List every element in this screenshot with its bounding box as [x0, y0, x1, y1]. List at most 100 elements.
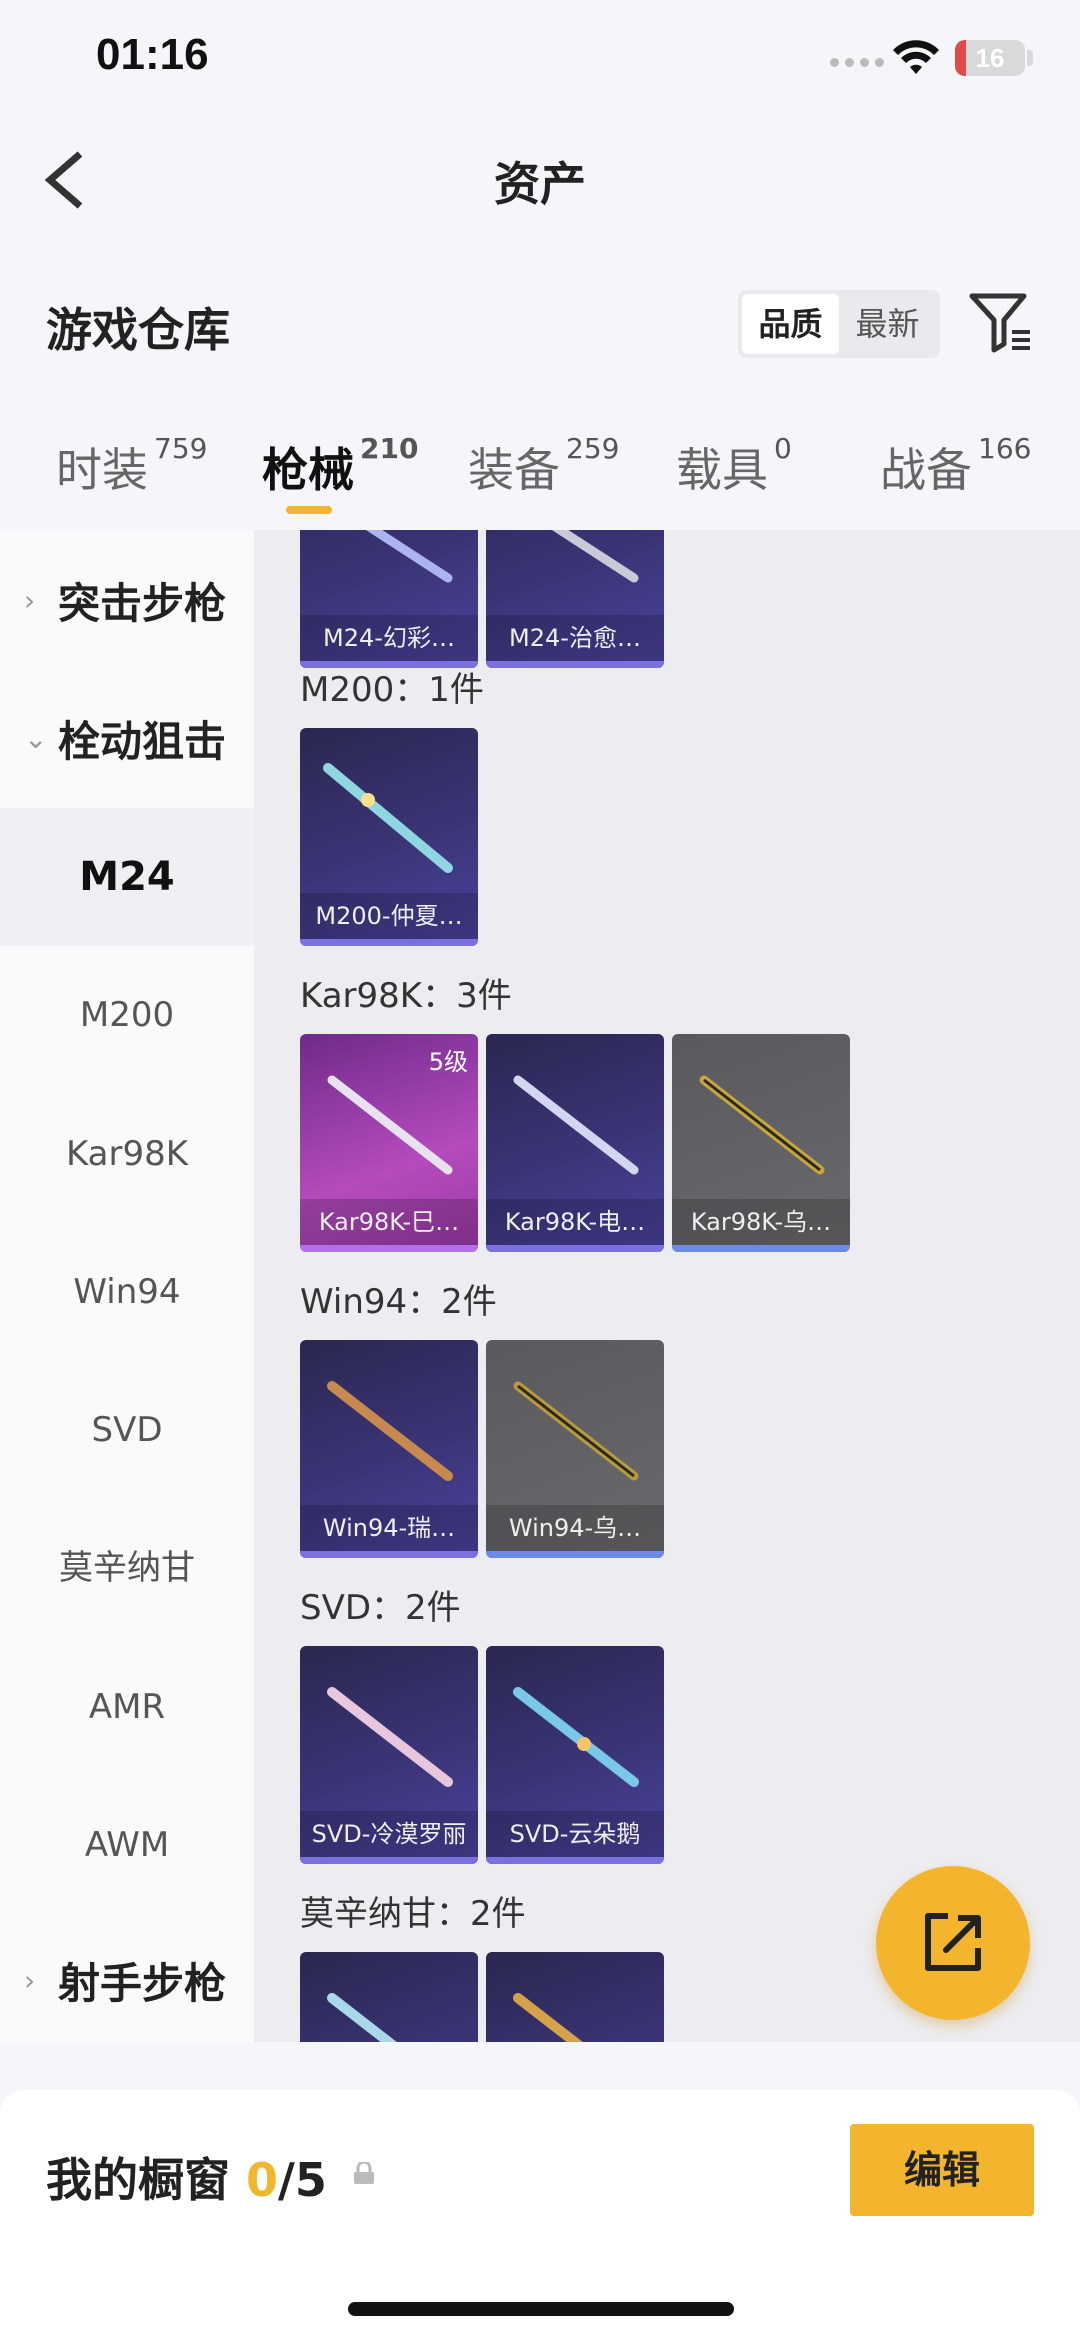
sidebar-item-kar98k[interactable]: Kar98K	[0, 1085, 254, 1223]
tab-count: 759	[154, 432, 208, 465]
tab-firearms[interactable]: 枪械 210	[262, 432, 419, 500]
share-button[interactable]	[876, 1866, 1030, 2020]
weapon-name: Win94-乌…	[486, 1505, 664, 1551]
tab-count: 210	[360, 432, 419, 465]
section-header: 游戏仓库 品质 最新	[0, 260, 1080, 380]
sidebar-group-assault-rifles[interactable]: › 突击步枪	[0, 540, 254, 660]
rifle-icon	[365, 530, 453, 583]
weapon-card[interactable]: M200-仲夏…	[300, 728, 478, 946]
signal-icon	[830, 58, 884, 67]
weapon-name: M24-治愈…	[486, 615, 664, 661]
group-label-mosin: 莫辛纳甘：2件	[300, 1894, 526, 1934]
rifle-icon	[327, 1687, 453, 1787]
weapon-grid: M24-幻彩… M24-治愈… M200：1件 M200-仲夏… Kar98K：…	[254, 530, 1080, 2042]
rifle-icon	[327, 1993, 397, 2042]
sidebar-item-svd[interactable]: SVD	[0, 1361, 254, 1499]
sidebar-group-label: 射手步枪	[58, 1958, 227, 2008]
sidebar-group-marksman-rifles[interactable]: › 射手步枪	[0, 1920, 254, 2040]
showcase-label: 我的橱窗 0/5	[46, 2144, 327, 2210]
wifi-icon	[893, 40, 939, 74]
tab-indicator	[286, 506, 332, 514]
rarity-bar	[300, 939, 478, 946]
sidebar-group-label: 突击步枪	[58, 578, 227, 628]
tab-vehicles[interactable]: 载具 0	[676, 432, 792, 500]
nav-bar: 资产	[0, 120, 1080, 240]
weapon-card[interactable]: M24-治愈…	[486, 530, 664, 668]
category-tabs: 时装 759 枪械 210 装备 259 载具 0 战备 166	[0, 420, 1080, 530]
rifle-icon	[323, 763, 453, 873]
sidebar-item-awm[interactable]: AWM	[0, 1776, 254, 1914]
weapon-card[interactable]	[300, 1952, 478, 2042]
tab-count: 0	[774, 432, 792, 465]
rarity-bar	[486, 1857, 664, 1864]
rifle-icon	[327, 1381, 453, 1481]
rifle-icon	[513, 1687, 639, 1787]
sidebar-item-win94[interactable]: Win94	[0, 1223, 254, 1361]
tab-count: 259	[566, 432, 620, 465]
group-label-kar98k: Kar98K：3件	[300, 976, 512, 1016]
tab-supplies[interactable]: 战备 166	[880, 432, 1031, 500]
weapon-name: SVD-冷漠罗丽	[300, 1811, 478, 1857]
group-label-win94: Win94：2件	[300, 1282, 497, 1322]
chevron-right-icon: ›	[24, 1963, 36, 1997]
rifle-icon	[699, 1075, 825, 1175]
tab-equipment[interactable]: 装备 259	[468, 432, 620, 500]
rifle-icon	[551, 530, 639, 583]
weapon-card[interactable]: M24-幻彩…	[300, 530, 478, 668]
rarity-bar	[300, 1245, 478, 1252]
tab-label: 枪械	[262, 443, 354, 497]
showcase-title: 我的橱窗	[46, 2153, 230, 2207]
weapon-card[interactable]: 5级 Kar98K-巳…	[300, 1034, 478, 1252]
showcase-bar: 我的橱窗 0/5 编辑	[0, 2090, 1080, 2339]
tab-label: 载具	[676, 443, 768, 497]
sort-quality-button[interactable]: 品质	[742, 294, 839, 354]
weapon-card[interactable]	[486, 1952, 664, 2042]
sidebar-item-m24[interactable]: M24	[0, 808, 254, 946]
weapon-name: M24-幻彩…	[300, 615, 478, 661]
filter-icon[interactable]	[968, 290, 1034, 356]
weapon-name: M200-仲夏…	[300, 893, 478, 939]
weapon-name: Kar98K-电…	[486, 1199, 664, 1245]
status-bar: 01:16 16	[0, 0, 1080, 120]
battery-tip	[1027, 50, 1033, 66]
weapon-card[interactable]: Win94-瑞…	[300, 1340, 478, 1558]
page-title: 资产	[494, 157, 586, 211]
weapon-category-sidebar: › 突击步枪 ⌄ 栓动狙击 M24 M200 Kar98K Win94 SVD 莫辛…	[0, 530, 254, 2042]
group-label-m200: M200：1件	[300, 670, 484, 710]
weapon-card[interactable]: SVD-云朵鹅	[486, 1646, 664, 1864]
sort-toggle: 品质 最新	[738, 290, 940, 358]
rifle-icon	[513, 1993, 583, 2042]
rarity-bar	[486, 1551, 664, 1558]
showcase-total: /5	[278, 2153, 327, 2207]
sort-latest-button[interactable]: 最新	[839, 294, 936, 354]
sidebar-item-mosin[interactable]: 莫辛纳甘	[0, 1499, 254, 1637]
edit-button[interactable]: 编辑	[850, 2124, 1034, 2216]
tab-fashion[interactable]: 时装 759	[56, 432, 208, 500]
chevron-down-icon: ⌄	[24, 721, 48, 755]
sidebar-group-label: 栓动狙击	[58, 716, 227, 766]
sidebar-group-bolt-snipers[interactable]: ⌄ 栓动狙击	[0, 678, 254, 798]
section-title: 游戏仓库	[46, 303, 230, 357]
battery-icon: 16	[955, 40, 1025, 76]
tab-label: 战备	[880, 443, 972, 497]
rarity-bar	[486, 1245, 664, 1252]
weapon-name: Win94-瑞…	[300, 1505, 478, 1551]
battery-level: 16	[975, 43, 1005, 73]
weapon-card[interactable]: Kar98K-电…	[486, 1034, 664, 1252]
rarity-bar	[672, 1245, 850, 1252]
weapon-card[interactable]: SVD-冷漠罗丽	[300, 1646, 478, 1864]
weapon-name: Kar98K-巳…	[300, 1199, 478, 1245]
home-indicator	[348, 2302, 734, 2316]
sidebar-item-amr[interactable]: AMR	[0, 1638, 254, 1776]
status-time: 01:16	[96, 30, 209, 79]
weapon-name: Kar98K-乌…	[672, 1199, 850, 1245]
share-icon	[925, 1913, 981, 1971]
tab-label: 时装	[56, 443, 148, 497]
chevron-right-icon: ›	[24, 583, 36, 617]
weapon-name: SVD-云朵鹅	[486, 1811, 664, 1857]
sidebar-item-m200[interactable]: M200	[0, 946, 254, 1084]
weapon-card[interactable]: Win94-乌…	[486, 1340, 664, 1558]
rarity-bar	[486, 661, 664, 668]
group-label-svd: SVD：2件	[300, 1588, 461, 1628]
weapon-card[interactable]: Kar98K-乌…	[672, 1034, 850, 1252]
